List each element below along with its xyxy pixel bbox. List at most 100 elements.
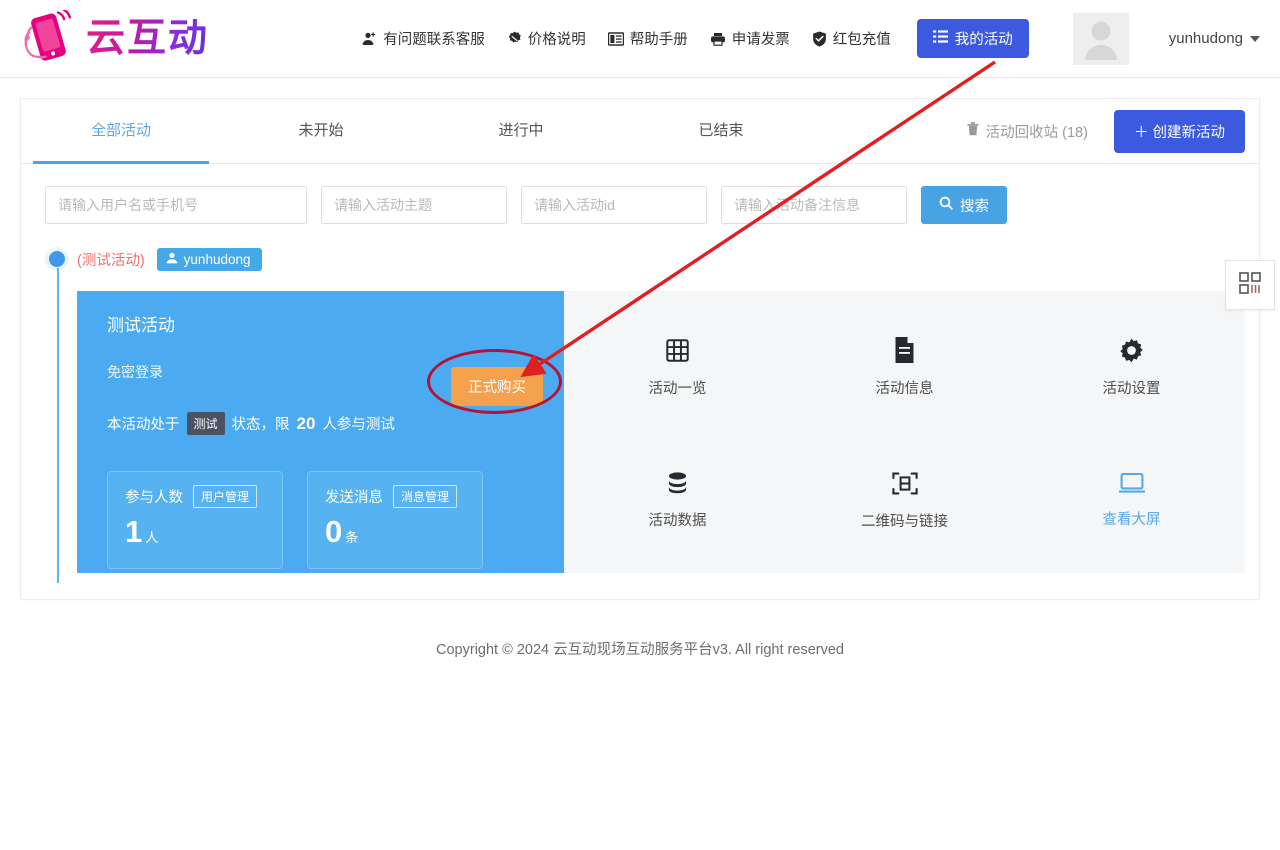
activity-header: (测试活动) yunhudong [45, 246, 1235, 272]
stat-top: 参与人数 用户管理 [125, 485, 268, 508]
nav-request-invoice[interactable]: 申请发票 [710, 28, 790, 49]
activity-title: 测试活动 [107, 316, 175, 335]
nav-label: 有问题联系客服 [383, 32, 485, 48]
header-nav: 有问题联系客服 价格说明 帮助手册 申请发票 红包充值 我的活动 yunhudo… [361, 12, 1260, 65]
tool-label: 二维码与链接 [861, 513, 948, 530]
search-input-remark[interactable] [721, 186, 907, 224]
qr-scan-icon [891, 471, 918, 496]
status-prefix: 本活动处于 [107, 417, 180, 433]
stat-card-messages: 发送消息 消息管理 0 条 [307, 471, 483, 569]
activity-card: 测试活动 免密登录 本活动处于 测试 状态，限 20 人参与测试 正式购买 参与… [77, 260, 1275, 573]
nav-price-info[interactable]: 价格说明 [507, 28, 586, 49]
stat-number: 0 [325, 514, 343, 549]
nav-contact-support[interactable]: 有问题联系客服 [361, 28, 485, 49]
activity-owner-badge[interactable]: yunhudong [156, 247, 262, 271]
main-panel: 全部活动 未开始 进行中 已结束 活动回收站 (18) ＋ 创建新活动 请输入用… [20, 98, 1275, 600]
tool-view-bigscreen[interactable]: 查看大屏 [1103, 472, 1161, 529]
activity-tools: 活动一览 活动信息 活动设置 活动数据 二维码与链接 查看大屏 [564, 291, 1245, 573]
user-management-button[interactable]: 用户管理 [193, 485, 258, 508]
search-button-label: 搜索 [960, 198, 989, 215]
stat-card-participants: 参与人数 用户管理 1 人 [107, 471, 283, 569]
price-tag-icon [507, 31, 522, 46]
stat-number: 1 [125, 514, 143, 549]
activity-owner-label: yunhudong [183, 251, 251, 267]
status-middle: 状态，限 [231, 417, 290, 433]
search-input-topic[interactable] [321, 186, 507, 224]
tool-label: 活动一览 [648, 380, 707, 397]
tool-label: 活动信息 [875, 381, 934, 397]
user-avatar-icon [1078, 16, 1124, 65]
chevron-down-icon [1250, 35, 1260, 42]
tool-qrcode-link[interactable]: 二维码与链接 [861, 471, 948, 531]
tool-activity-info[interactable]: 活动信息 [876, 337, 934, 398]
stat-label: 发送消息 [325, 490, 383, 506]
contact-person-icon [361, 31, 377, 47]
qr-code-icon [1238, 271, 1262, 300]
status-limit-number: 20 [296, 413, 316, 433]
tool-activity-overview[interactable]: 活动一览 [649, 338, 707, 398]
hand-phone-signal-icon [18, 6, 80, 68]
search-row: 搜索 [21, 164, 1259, 224]
activity-card-left: 测试活动 免密登录 本活动处于 测试 状态，限 20 人参与测试 正式购买 参与… [77, 291, 564, 573]
shield-check-icon [812, 31, 827, 47]
stat-label: 参与人数 [125, 490, 183, 506]
status-dot-icon [49, 251, 65, 267]
database-icon [665, 471, 690, 495]
tab-in-progress[interactable]: 进行中 [421, 99, 621, 163]
tool-activity-data[interactable]: 活动数据 [649, 471, 707, 530]
document-icon [893, 337, 916, 363]
book-icon [607, 31, 624, 46]
create-activity-button[interactable]: ＋ 创建新活动 [1113, 109, 1245, 153]
tab-ended[interactable]: 已结束 [621, 99, 821, 163]
gear-icon [1119, 338, 1144, 363]
stat-value: 0 条 [325, 516, 468, 547]
user-name-label: yunhudong [1168, 30, 1243, 47]
formal-purchase-button[interactable]: 正式购买 [451, 367, 543, 406]
message-management-button[interactable]: 消息管理 [393, 485, 458, 508]
logo[interactable]: 云互动 [18, 6, 210, 68]
user-menu[interactable]: yunhudong [1169, 30, 1260, 47]
printer-icon [710, 32, 726, 46]
tool-activity-settings[interactable]: 活动设置 [1103, 338, 1161, 398]
search-button[interactable]: 搜索 [921, 186, 1007, 224]
nav-label: 红包充值 [832, 32, 891, 48]
nav-redpacket-recharge[interactable]: 红包充值 [812, 28, 891, 49]
search-input-username[interactable] [45, 186, 307, 224]
stat-unit: 人 [145, 530, 159, 545]
status-suffix: 人参与测试 [322, 417, 395, 433]
stat-unit: 条 [345, 530, 359, 545]
list-icon [932, 30, 948, 47]
tab-not-started[interactable]: 未开始 [221, 99, 421, 163]
tool-label: 活动设置 [1102, 380, 1161, 397]
stat-value: 1 人 [125, 516, 268, 547]
tool-label: 活动数据 [648, 513, 707, 529]
nav-label: 申请发票 [731, 32, 790, 48]
activity-tabs: 全部活动 未开始 进行中 已结束 [21, 99, 821, 164]
search-icon [939, 196, 953, 214]
search-input-activity-id[interactable] [521, 186, 707, 224]
my-activity-label: 我的活动 [954, 32, 1013, 48]
grid-icon [665, 338, 690, 363]
tool-label: 查看大屏 [1102, 512, 1161, 528]
status-chip: 测试 [186, 412, 225, 435]
create-activity-label: 创建新活动 [1152, 124, 1226, 141]
monitor-icon [1118, 472, 1145, 494]
recycle-bin-link[interactable]: 活动回收站 (18) [967, 121, 1088, 142]
qr-side-tab-button[interactable] [1225, 260, 1275, 310]
footer-copyright: Copyright © 2024 云互动现场互动服务平台v3. All righ… [436, 642, 844, 658]
recycle-bin-label: 活动回收站 (18) [985, 124, 1088, 141]
my-activity-button[interactable]: 我的活动 [916, 19, 1029, 58]
avatar[interactable] [1072, 12, 1129, 65]
page-header: 云互动 有问题联系客服 价格说明 帮助手册 申请发票 红包充值 我的活动 yun… [0, 0, 1280, 78]
nav-label: 帮助手册 [629, 32, 688, 48]
timeline-line [57, 268, 59, 583]
activity-test-label: (测试活动) [77, 252, 145, 269]
activity-status-text: 本活动处于 测试 状态，限 20 人参与测试 [107, 412, 538, 435]
tabs-actions: 活动回收站 (18) ＋ 创建新活动 [967, 109, 1245, 153]
plus-icon: ＋ [1133, 124, 1149, 141]
nav-help-manual[interactable]: 帮助手册 [607, 28, 688, 49]
tab-all-activities[interactable]: 全部活动 [21, 99, 221, 164]
logo-text: 云互动 [86, 16, 210, 61]
tabs-row: 全部活动 未开始 进行中 已结束 活动回收站 (18) ＋ 创建新活动 [21, 99, 1259, 164]
activity-stats: 参与人数 用户管理 1 人 发送消息 消息管理 0 条 [107, 471, 538, 569]
